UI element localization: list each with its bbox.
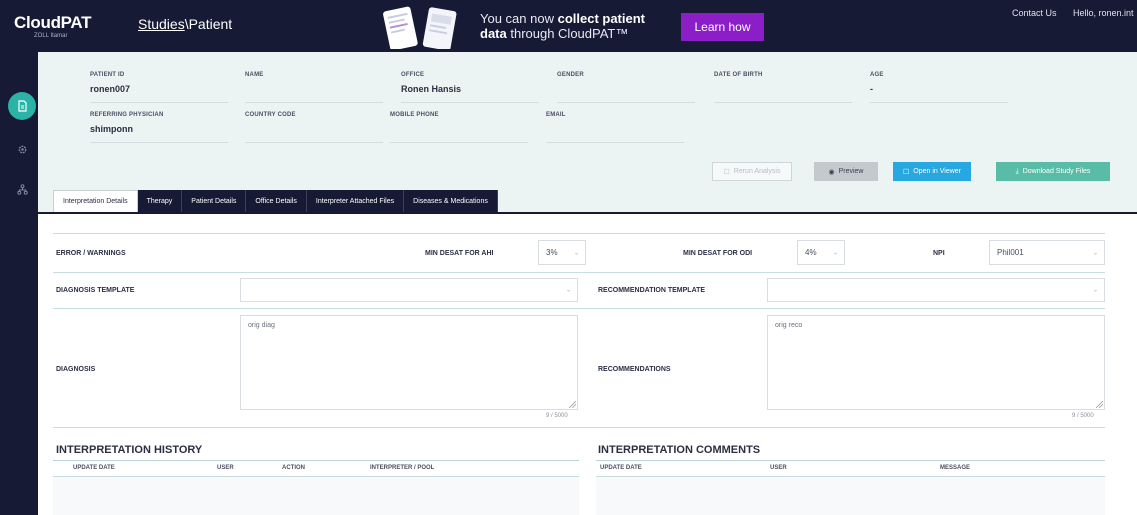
divider [53,272,1105,273]
download-icon: ⤓ [1015,167,1019,175]
diagnosis-template-label: DIAGNOSIS TEMPLATE [56,287,135,294]
tab-divider [38,212,1137,214]
chevron-down-icon: ⌄ [1092,287,1098,294]
tab-interpreter-attached-files[interactable]: Interpreter Attached Files [306,190,405,212]
promo-phones-image [383,6,457,49]
preview-button[interactable]: ◉ Preview [814,162,878,181]
tab-therapy[interactable]: Therapy [137,190,183,212]
patient-id-value: ronen007 [90,84,131,94]
dob-value [714,84,763,96]
name-value [245,84,263,96]
sidebar-item-studies[interactable] [8,92,36,120]
resize-handle-icon[interactable] [1096,401,1103,408]
interpretation-comments-title: INTERPRETATION COMMENTS [598,444,761,456]
patient-header [38,52,1137,213]
divider [53,460,579,461]
diagnosis-char-counter: 9 / 5000 [546,413,568,419]
comments-col-update-date[interactable]: UPDATE DATE [600,465,642,471]
history-col-action[interactable]: ACTION [282,465,305,471]
referring-physician-field: REFERRING PHYSICIAN shimponn [90,112,228,143]
diagnosis-textarea[interactable]: orig diag [240,315,578,410]
viewer-icon: ☐ [902,168,910,176]
user-greeting[interactable]: Hello, ronen.int [1073,8,1134,18]
errors-warnings-label: ERROR / WARNINGS [56,250,126,257]
sidebar-item-hierarchy[interactable] [15,182,29,196]
min-desat-ahi-label: MIN DESAT FOR AHI [425,250,494,257]
age-value: - [870,84,873,94]
npi-label: NPI [933,250,945,257]
open-in-viewer-button[interactable]: ☐ Open in Viewer [893,162,971,181]
contact-us-link[interactable]: Contact Us [1012,8,1057,18]
comments-col-user[interactable]: USER [770,465,787,471]
tab-office-details[interactable]: Office Details [246,190,307,212]
diagnosis-label: DIAGNOSIS [56,366,96,373]
logo-subtitle: ZOLL Itamar [34,33,68,39]
office-value: Ronen Hansis [401,84,462,94]
divider [53,233,1105,234]
rerun-analysis-button[interactable]: ☐ Rerun Analysis [712,162,792,181]
recommendation-template-label: RECOMMENDATION TEMPLATE [598,287,706,294]
min-desat-odi-select[interactable]: 4% ⌄ [797,240,845,265]
mobile-phone-field: MOBILE PHONE [390,112,528,143]
sidebar [0,52,38,515]
tab-diseases-medications[interactable]: Diseases & Medications [404,190,498,212]
age-field: AGE - [870,72,1008,103]
divider [53,427,1105,428]
tab-interpretation-details[interactable]: Interpretation Details [53,190,138,212]
min-desat-odi-label: MIN DESAT FOR ODI [683,250,753,257]
office-field: OFFICE Ronen Hansis [401,72,539,103]
recommendations-textarea[interactable]: orig reco [767,315,1105,410]
app-logo[interactable]: CloudPAT [14,13,92,33]
country-code-field: COUNTRY CODE [245,112,383,143]
mobile-phone-value [390,124,439,136]
diagnosis-template-select[interactable]: ⌄ [240,278,578,302]
interpretation-history-title: INTERPRETATION HISTORY [56,444,203,456]
history-col-update-date[interactable]: UPDATE DATE [73,465,115,471]
history-table-body [53,477,579,515]
comments-col-message[interactable]: MESSAGE [940,465,970,471]
tab-bar: Interpretation Details Therapy Patient D… [53,190,498,212]
promo-message: You can now collect patient data through… [480,11,646,41]
email-value [546,124,566,136]
chevron-down-icon: ⌄ [1092,250,1098,256]
chevron-down-icon: ⌄ [565,287,571,294]
chevron-down-icon: ⌄ [832,250,838,256]
sidebar-item-settings[interactable] [15,142,29,156]
history-col-interpreter-pool[interactable]: INTERPRETER / POOL [370,465,434,471]
recommendations-label: RECOMMENDATIONS [598,366,671,373]
breadcrumb-patient: Patient [188,16,233,32]
breadcrumb-studies[interactable]: Studies [138,16,185,32]
divider [53,308,1105,309]
gender-value [557,84,584,96]
referring-physician-value: shimponn [90,124,133,134]
download-study-files-button[interactable]: ⤓ Download Study Files [996,162,1110,181]
rerun-icon: ☐ [723,168,730,176]
recommendation-template-select[interactable]: ⌄ [767,278,1105,302]
min-desat-ahi-select[interactable]: 3% ⌄ [538,240,586,265]
recommendations-char-counter: 9 / 5000 [1072,413,1094,419]
chevron-down-icon: ⌄ [573,250,579,256]
document-icon [17,100,27,112]
hierarchy-icon [16,183,28,195]
divider [596,460,1105,461]
dob-field: DATE OF BIRTH [714,72,852,103]
tab-patient-details[interactable]: Patient Details [182,190,247,212]
resize-handle-icon[interactable] [569,401,576,408]
name-field: NAME [245,72,383,103]
email-field: EMAIL [546,112,684,143]
eye-icon: ◉ [828,168,835,176]
patient-id-field: PATIENT ID ronen007 [90,72,228,103]
gender-field: GENDER [557,72,695,103]
country-code-value [245,124,296,136]
gear-icon [18,145,26,153]
top-bar: CloudPAT ZOLL Itamar Studies\Patient You… [0,0,1137,52]
comments-table-body [596,477,1105,515]
breadcrumb: Studies\Patient [138,16,232,32]
learn-how-button[interactable]: Learn how [681,13,764,41]
npi-select[interactable]: Phil001 ⌄ [989,240,1105,265]
history-col-user[interactable]: USER [217,465,234,471]
